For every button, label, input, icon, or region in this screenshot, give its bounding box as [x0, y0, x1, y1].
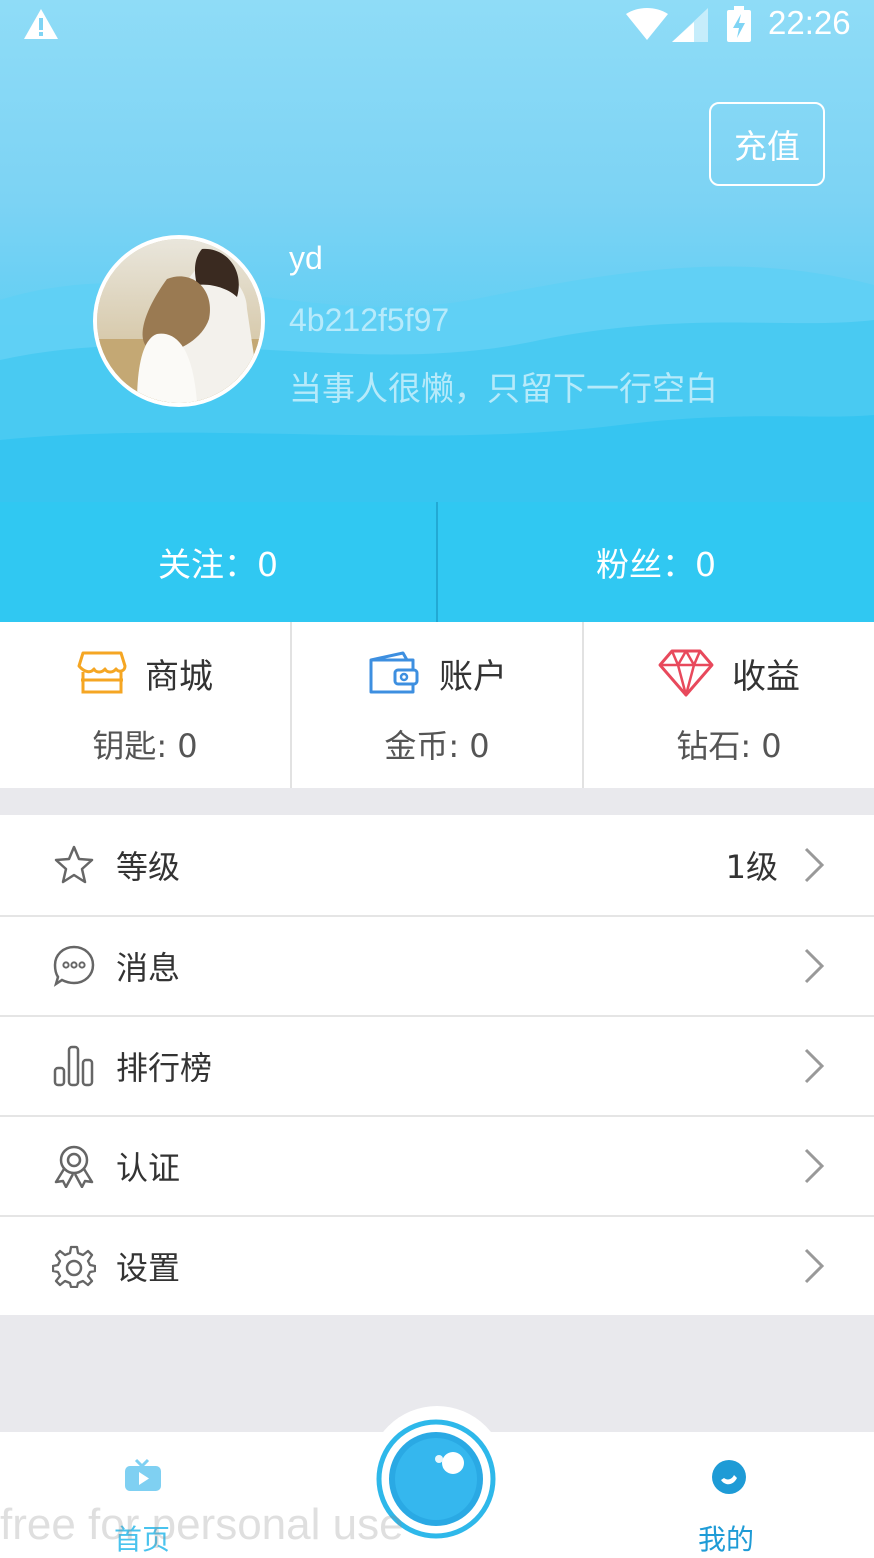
store-icon: [77, 651, 127, 694]
stat-store[interactable]: 商城 钥匙: 0: [0, 622, 290, 788]
status-bar: 22:26: [0, 0, 874, 50]
username: yd: [289, 240, 323, 276]
stat-account-value: 金币: 0: [384, 727, 490, 765]
stat-store-value: 钥匙: 0: [92, 727, 198, 765]
stat-income-value: 钻石: 0: [676, 727, 782, 765]
menu-item-label: 认证: [116, 1149, 181, 1187]
star-icon: [54, 845, 94, 884]
follow-bar: 关注：0 粉丝：0: [0, 502, 874, 622]
chevron-right-icon: [804, 847, 825, 883]
stat-income[interactable]: 收益 钻石: 0: [584, 622, 874, 788]
menu-item-settings[interactable]: 设置: [0, 1215, 874, 1315]
tv-icon: [125, 1458, 161, 1491]
chevron-right-icon: [804, 948, 825, 984]
menu-item-label: 等级: [116, 848, 181, 886]
signal-icon: [672, 8, 708, 42]
menu-item-label: 设置: [116, 1249, 181, 1287]
chevron-right-icon: [804, 1148, 825, 1184]
chevron-right-icon: [804, 1248, 825, 1284]
gear-icon: [52, 1245, 96, 1288]
profile-tab-icon: [712, 1460, 746, 1494]
tab-mine-label: 我的: [698, 1523, 755, 1556]
level-value: 1级: [725, 848, 778, 886]
chevron-right-icon: [804, 1048, 825, 1084]
stat-income-title: 收益: [732, 656, 800, 697]
stats-panel: 商城 钥匙: 0 账户 金币: 0 收益 钻石: 0: [0, 622, 874, 788]
menu-item-level[interactable]: 等级 1级: [0, 815, 874, 915]
menu-item-label: 排行榜: [116, 1049, 213, 1087]
menu-item-verify[interactable]: 认证: [0, 1115, 874, 1215]
status-time: 22:26: [768, 4, 851, 41]
fans-count[interactable]: 粉丝：0: [438, 502, 874, 622]
following-count[interactable]: 关注：0: [0, 502, 436, 622]
menu-item-ranking[interactable]: 排行榜: [0, 1015, 874, 1115]
warning-icon: [24, 9, 58, 39]
battery-charging-icon: [727, 6, 751, 42]
stat-store-title: 商城: [145, 656, 213, 697]
badge-icon: [54, 1145, 94, 1188]
stat-account[interactable]: 账户 金币: 0: [292, 622, 582, 788]
diamond-icon: [658, 649, 714, 697]
user-signature: 当事人很懒，只留下一行空白: [289, 369, 718, 408]
avatar[interactable]: [93, 235, 265, 407]
avatar-photo: [97, 239, 261, 403]
watermark-text: free for personal use: [0, 1500, 404, 1549]
message-icon: [53, 945, 95, 987]
menu-list: 等级 1级 消息 排行榜 认证 设置: [0, 815, 874, 1315]
menu-item-label: 消息: [116, 949, 181, 987]
wallet-icon: [369, 651, 419, 694]
recharge-button[interactable]: 充值: [709, 102, 825, 186]
user-id: 4b212f5f97: [289, 302, 450, 338]
ranking-icon: [53, 1045, 94, 1087]
profile-header: 22:26 充值 yd 4b212f5f97 当事人很懒，只留下一行空白: [0, 0, 874, 502]
menu-item-messages[interactable]: 消息: [0, 915, 874, 1015]
wifi-icon: [626, 8, 668, 40]
stat-account-title: 账户: [439, 656, 507, 697]
tab-mine[interactable]: 我的: [680, 1432, 780, 1558]
